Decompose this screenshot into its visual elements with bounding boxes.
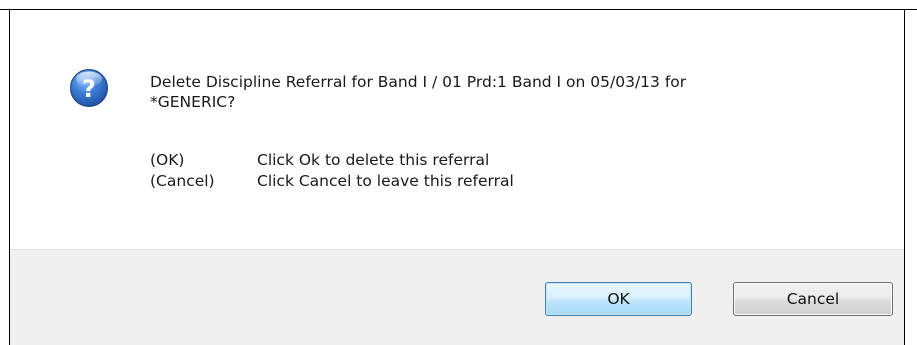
dialog-border-right bbox=[904, 9, 905, 345]
question-icon: ? bbox=[70, 69, 108, 107]
dialog-message-line2: *GENERIC? bbox=[150, 93, 236, 111]
cancel-button[interactable]: Cancel bbox=[733, 282, 893, 316]
option-ok-text: Click Ok to delete this referral bbox=[257, 151, 490, 169]
option-cancel-row: (Cancel) Click Cancel to leave this refer… bbox=[150, 171, 514, 191]
option-ok-row: (OK) Click Ok to delete this referral bbox=[150, 150, 489, 170]
dialog-message: Delete Discipline Referral for Band I / … bbox=[150, 72, 870, 112]
option-ok-key: (OK) bbox=[150, 151, 185, 169]
option-cancel-text: Click Cancel to leave this referral bbox=[257, 172, 514, 190]
message-dialog: ? Delete Discipline Referral for Band I … bbox=[0, 0, 917, 345]
ok-button[interactable]: OK bbox=[545, 282, 692, 316]
svg-text:?: ? bbox=[82, 75, 96, 103]
dialog-message-line1: Delete Discipline Referral for Band I / … bbox=[150, 73, 687, 91]
dialog-border-top bbox=[0, 9, 917, 10]
option-cancel-key: (Cancel) bbox=[150, 172, 215, 190]
